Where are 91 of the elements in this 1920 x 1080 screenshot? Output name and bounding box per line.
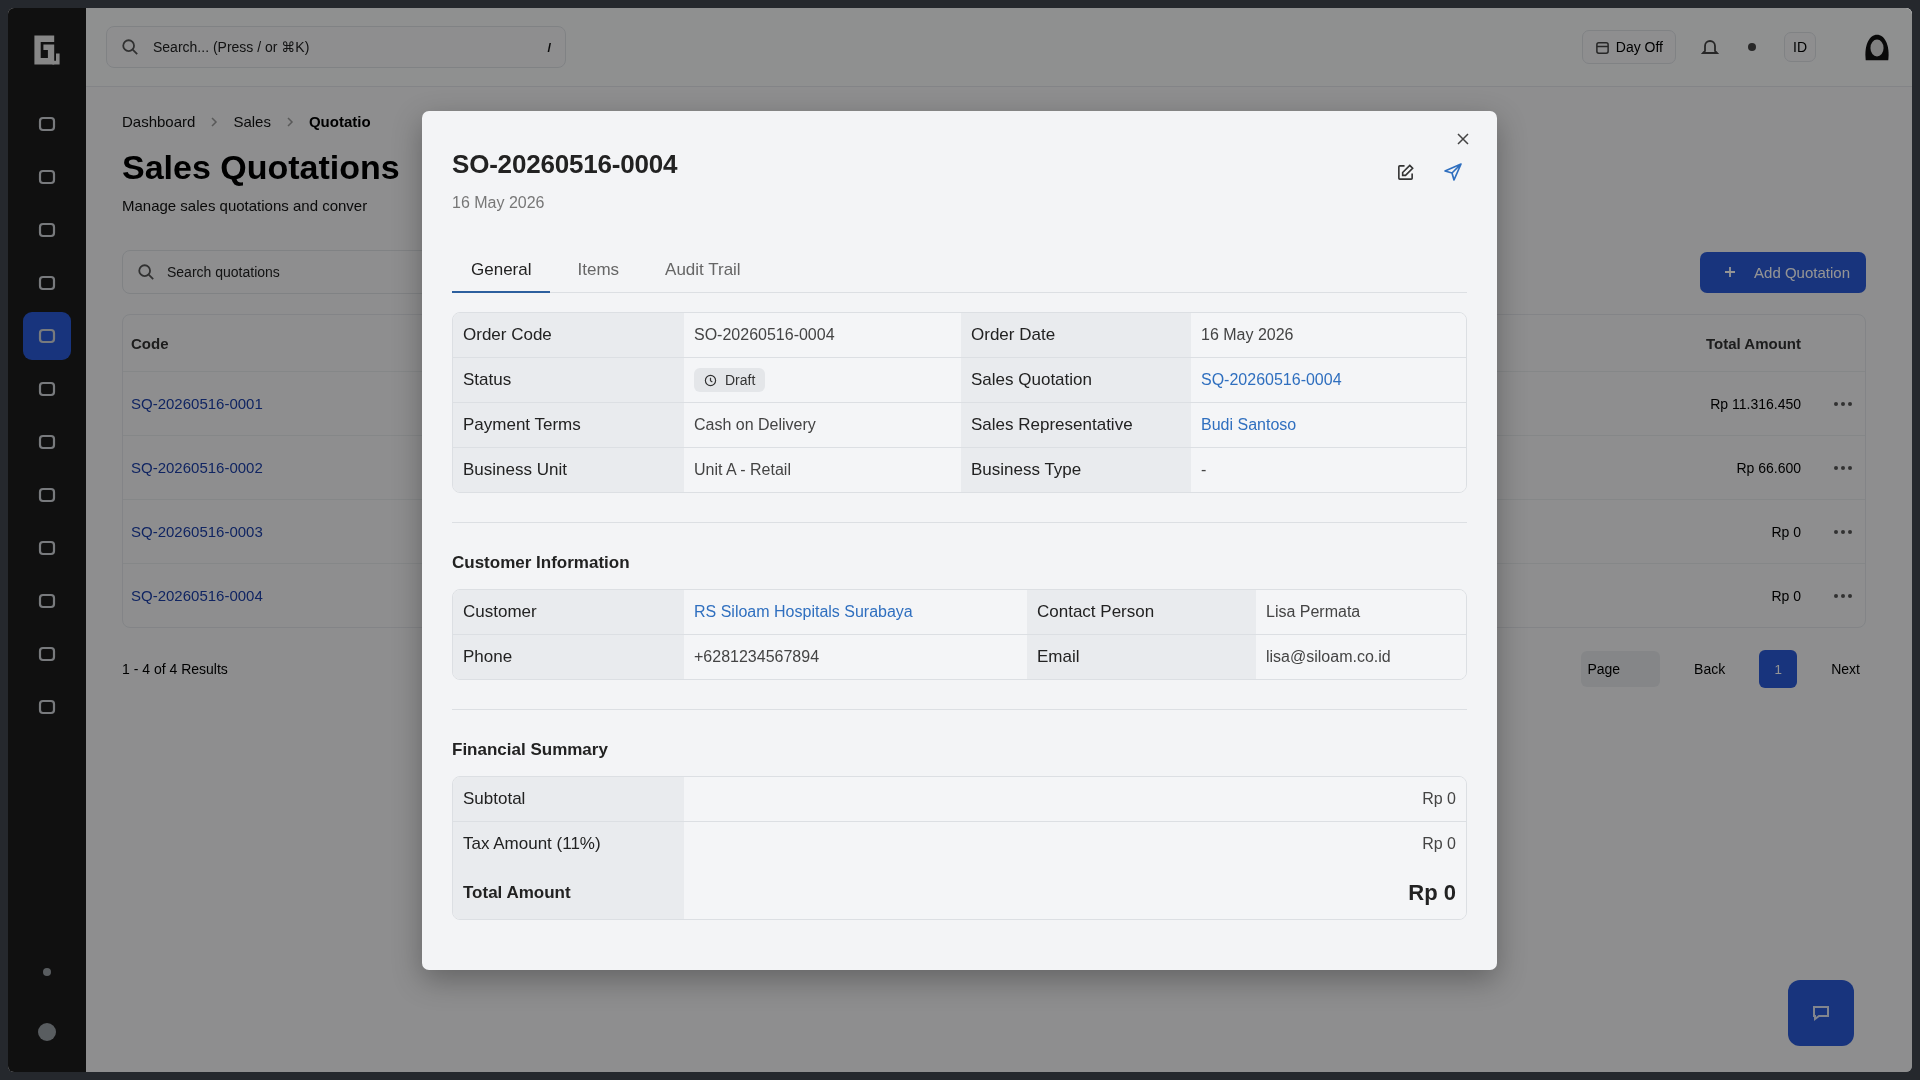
page-button[interactable]: 1 <box>1759 650 1798 688</box>
field-value: +6281234567894 <box>694 648 820 666</box>
amount-value: Rp 0 <box>1422 835 1456 853</box>
status-badge: Draft <box>694 368 766 392</box>
square-icon <box>37 697 57 717</box>
nav-item[interactable] <box>23 312 71 360</box>
field-label: Tax Amount (11%) <box>453 822 684 866</box>
quotation-link[interactable]: SQ-20260516-0003 <box>131 523 263 540</box>
square-icon <box>37 485 57 505</box>
chat-button[interactable] <box>1788 980 1854 1046</box>
chat-icon <box>1811 1003 1831 1023</box>
table-cell: Rp 11.316.450 <box>1710 395 1801 412</box>
tab[interactable]: Audit Trail <box>646 256 760 293</box>
search-placeholder: Search... (Press / or ⌘K) <box>153 39 311 55</box>
breadcrumb-link[interactable]: Quotatio <box>308 113 371 130</box>
field-link[interactable]: SQ-20260516-0004 <box>1201 371 1342 389</box>
more-icon[interactable] <box>1833 528 1853 535</box>
square-icon <box>37 114 57 134</box>
search-icon <box>137 263 155 281</box>
table-cell: Rp 66.600 <box>1736 459 1801 476</box>
bell-icon[interactable] <box>1700 37 1720 57</box>
field-label: Status <box>453 358 684 403</box>
square-icon <box>37 591 57 611</box>
field-link[interactable]: RS Siloam Hospitals Surabaya <box>694 603 913 621</box>
field-label: Subtotal <box>453 777 684 822</box>
language-button[interactable]: ID <box>1784 32 1816 62</box>
square-icon <box>37 273 57 293</box>
per-page-select[interactable]: Page <box>1581 651 1661 687</box>
table-cell: Rp 0 <box>1771 587 1801 604</box>
back-button[interactable]: Back <box>1688 660 1732 678</box>
field-label: Order Date <box>961 313 1191 358</box>
search-icon <box>121 38 139 56</box>
dialog-date: 16 May 2026 <box>452 194 546 212</box>
field-value: Cash on Delivery <box>694 416 816 434</box>
amount-value: Rp 0 <box>1408 879 1456 906</box>
send-icon[interactable] <box>1443 162 1463 182</box>
table-cell: Rp 0 <box>1771 523 1801 540</box>
field-value: Lisa Permata <box>1266 603 1361 621</box>
next-button[interactable]: Next <box>1825 660 1866 678</box>
field-label: Sales Representative <box>961 403 1191 448</box>
square-icon <box>37 538 57 558</box>
chevron-icon <box>209 116 220 127</box>
field-label: Order Code <box>453 313 684 358</box>
field-value: SO-20260516-0004 <box>694 326 835 344</box>
quotation-link[interactable]: SQ-20260516-0004 <box>131 587 263 604</box>
breadcrumb-link[interactable]: Dashboard <box>122 113 196 130</box>
square-icon <box>37 379 57 399</box>
section-heading: Financial Summary <box>452 740 609 760</box>
column-header: Total Amount <box>1706 334 1801 352</box>
quotation-link[interactable]: SQ-20260516-0001 <box>131 395 263 412</box>
field-label: Phone <box>453 635 684 679</box>
square-icon <box>37 644 57 664</box>
field-value: - <box>1201 461 1207 479</box>
more-icon[interactable] <box>1833 592 1853 599</box>
day-off-button[interactable]: Day Off <box>1581 30 1676 64</box>
search-placeholder: Search quotations <box>167 264 280 280</box>
quotation-link[interactable]: SQ-20260516-0002 <box>131 459 263 476</box>
field-label: Business Unit <box>453 448 684 492</box>
tab[interactable]: General <box>452 256 551 293</box>
more-icon[interactable] <box>1833 464 1853 471</box>
add-quotation-button[interactable]: Add Quotation <box>1700 251 1866 293</box>
field-value: lisa@siloam.co.id <box>1266 648 1391 666</box>
square-icon <box>37 220 57 240</box>
field-label: Email <box>1027 635 1256 679</box>
field-label: Total Amount <box>453 866 684 919</box>
field-value: Unit A - Retail <box>694 461 791 479</box>
calendar-icon <box>1594 39 1610 55</box>
amount-value: Rp 0 <box>1422 790 1456 808</box>
shortcut-key: / <box>547 39 551 55</box>
dialog-title: SO-20260516-0004 <box>452 148 678 180</box>
page-title: Sales Quotations <box>122 148 400 187</box>
square-icon <box>37 432 57 452</box>
field-label: Contact Person <box>1027 590 1256 635</box>
field-label: Customer <box>453 590 684 635</box>
field-label: Payment Terms <box>453 403 684 448</box>
edit-icon[interactable] <box>1396 162 1415 182</box>
square-icon <box>37 167 57 187</box>
field-value: 16 May 2026 <box>1201 326 1294 344</box>
more-icon[interactable] <box>1833 400 1853 407</box>
section-heading: Customer Information <box>452 553 631 573</box>
search-field[interactable]: Search... (Press / or ⌘K) / <box>106 26 566 68</box>
close-icon[interactable] <box>1457 133 1469 145</box>
breadcrumb-link[interactable]: Sales <box>233 113 271 130</box>
page-subtitle: Manage sales quotations and conver <box>122 197 368 214</box>
field-label: Business Type <box>961 448 1191 492</box>
field-label: Sales Quotation <box>961 358 1191 403</box>
results-count: 1 - 4 of 4 Results <box>122 661 228 677</box>
chevron-icon <box>284 116 295 127</box>
square-icon <box>37 326 57 346</box>
column-header: Code <box>131 334 169 352</box>
field-link[interactable]: Budi Santoso <box>1201 416 1297 434</box>
